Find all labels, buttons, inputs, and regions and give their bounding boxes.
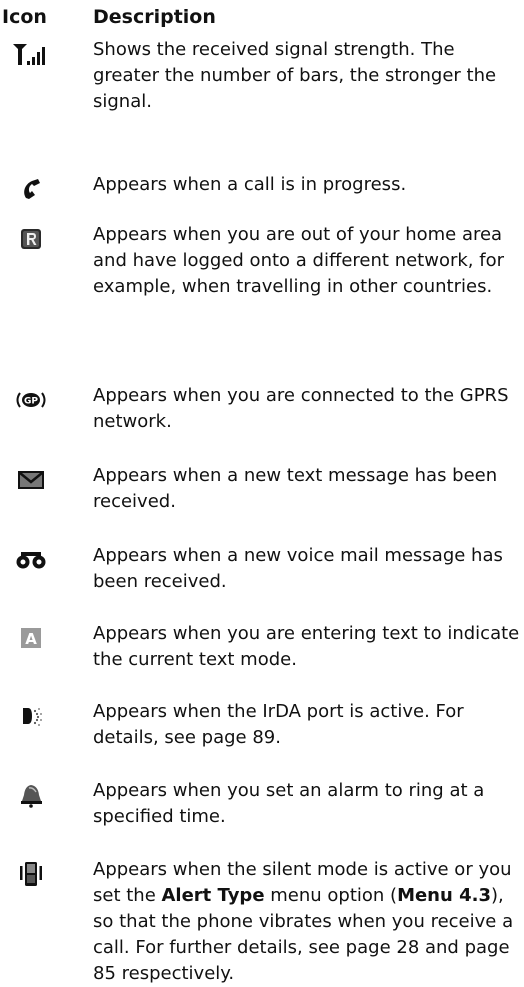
row-description: Appears when a new text message has been… xyxy=(93,465,498,512)
row-description: Appears when you are entering text to in… xyxy=(93,623,520,670)
alert-type-term: Alert Type xyxy=(161,885,265,906)
menu-reference: Menu 4.3 xyxy=(397,885,491,906)
row-description: Shows the received signal strength. The … xyxy=(93,39,497,112)
row-description: Appears when the IrDA port is active. Fo… xyxy=(93,701,464,748)
text-mode-icon: A xyxy=(0,621,62,655)
row-description: Appears when a new voice mail message ha… xyxy=(93,545,503,592)
row-description: Appears when a call is in progress. xyxy=(93,174,407,195)
icon-description-page: Icon Description Shows the received sign… xyxy=(0,0,524,984)
voice-mail-icon xyxy=(0,543,62,577)
table-header: Icon Description xyxy=(0,3,524,31)
description-column-header: Description xyxy=(93,6,216,28)
roaming-icon xyxy=(0,222,62,256)
row-description: Appears when the silent mode is active o… xyxy=(93,859,514,984)
icon-column-header: Icon xyxy=(2,6,47,28)
text-message-icon xyxy=(0,463,62,497)
call-in-progress-icon xyxy=(0,172,62,206)
svg-text:A: A xyxy=(25,630,37,648)
irda-port-icon xyxy=(0,699,62,733)
alarm-icon xyxy=(0,778,62,812)
row-description: Appears when you set an alarm to ring at… xyxy=(93,780,485,827)
row-description: Appears when you are out of your home ar… xyxy=(93,224,504,297)
svg-text:GP: GP xyxy=(24,397,38,407)
silent-mode-icon xyxy=(0,857,62,891)
row-description: Appears when you are connected to the GP… xyxy=(93,385,509,432)
signal-strength-icon xyxy=(0,37,62,71)
gprs-icon: GP xyxy=(0,383,62,417)
